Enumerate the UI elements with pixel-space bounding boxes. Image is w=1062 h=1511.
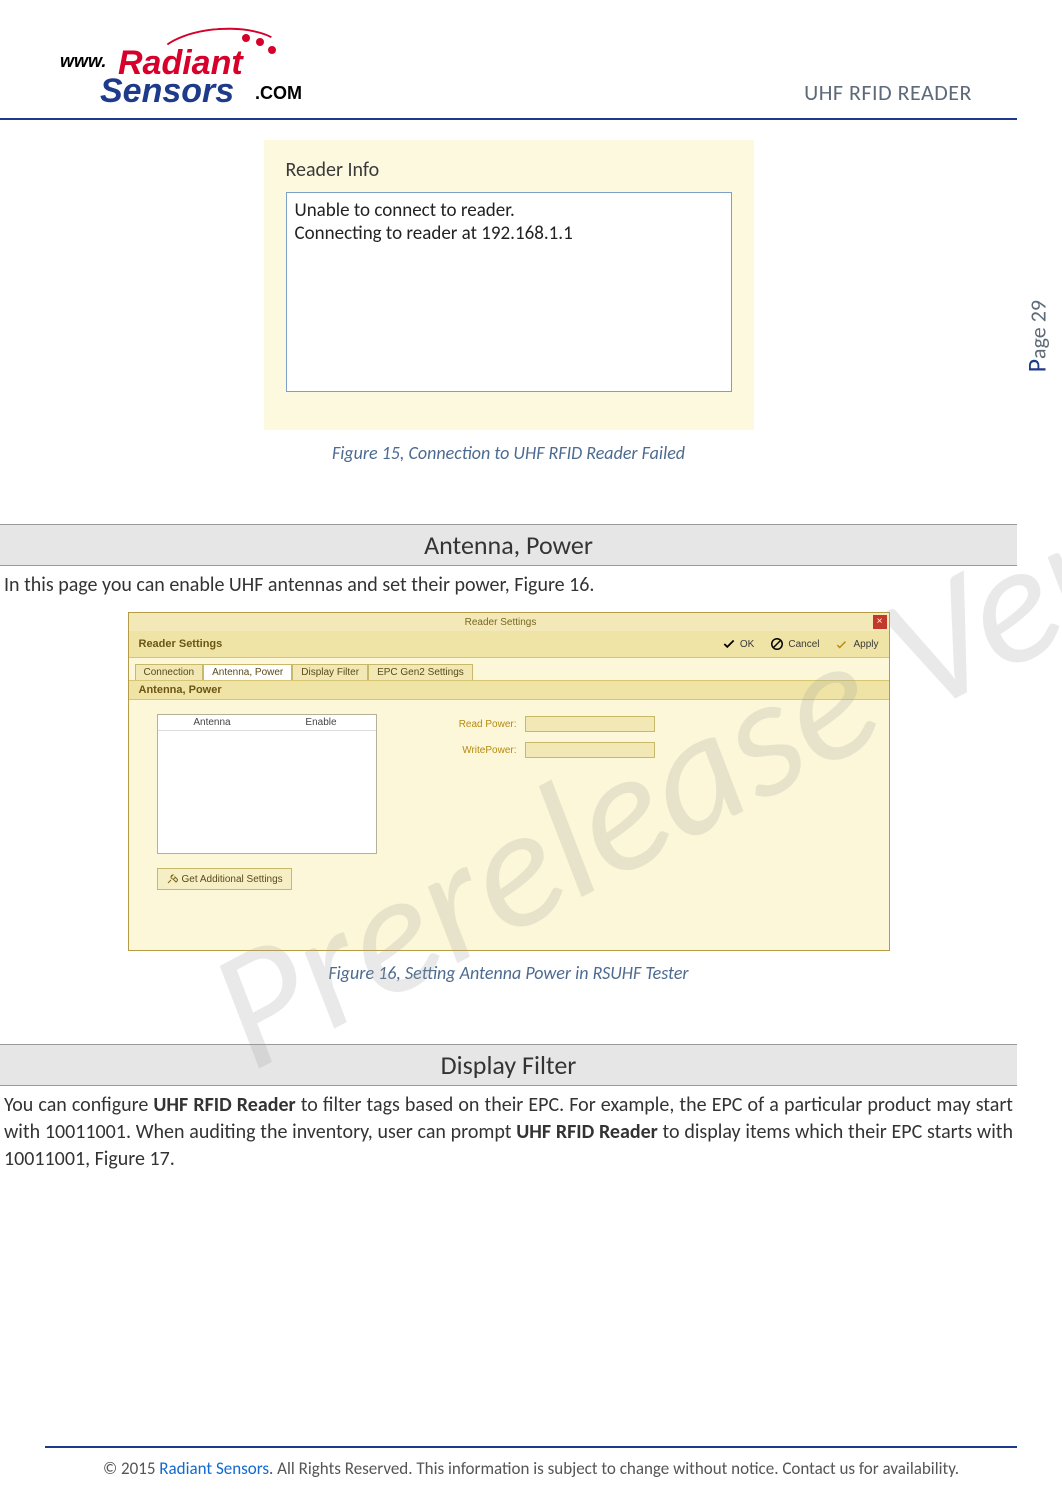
antenna-listbox[interactable]: Antenna Enable <box>157 714 377 854</box>
page-number-p: P <box>1020 359 1052 372</box>
footer-text: © 2015 Radiant Sensors. All Rights Reser… <box>45 1458 1017 1479</box>
footer-pre: © 2015 <box>103 1458 159 1479</box>
footer-rule <box>45 1446 1017 1448</box>
listbox-col-antenna: Antenna <box>158 715 267 730</box>
cancel-label: Cancel <box>788 639 819 650</box>
get-additional-label: Get Additional Settings <box>182 874 283 885</box>
tab-connection[interactable]: Connection <box>135 664 204 680</box>
logo-www: www. <box>60 52 106 70</box>
tab-antenna-power[interactable]: Antenna, Power <box>203 664 292 680</box>
power-fields: Read Power: WritePower: <box>437 716 655 854</box>
apply-icon <box>835 637 849 651</box>
apply-button[interactable]: Apply <box>835 637 878 651</box>
reader-settings-dialog: Reader Settings × Reader Settings OK Can… <box>129 613 889 950</box>
listbox-header: Antenna Enable <box>158 715 376 731</box>
check-icon <box>722 637 736 651</box>
dialog-tabs: Connection Antenna, Power Display Filter… <box>129 658 889 680</box>
write-power-input[interactable] <box>525 742 655 758</box>
dialog-header-row: Reader Settings OK Cancel Apply <box>129 631 889 658</box>
antenna-power-heading: Antenna, Power <box>0 524 1017 566</box>
section-sub-antenna-power: Antenna, Power <box>129 680 889 700</box>
reader-info-line1: Unable to connect to reader. <box>295 199 723 222</box>
read-power-input[interactable] <box>525 716 655 732</box>
dialog-actions: OK Cancel Apply <box>722 637 879 651</box>
figure-15-caption: Figure 15, Connection to UHF RFID Reader… <box>0 442 1017 464</box>
get-additional-settings-button[interactable]: Get Additional Settings <box>157 868 292 890</box>
logo: www. Radiant Sensors .COM <box>60 40 280 110</box>
tab-display-filter[interactable]: Display Filter <box>292 664 368 680</box>
antenna-power-intro: In this page you can enable UHF antennas… <box>0 572 1017 599</box>
page-header: www. Radiant Sensors .COM UHF RFID READE… <box>0 40 1017 120</box>
dialog-titlebar: Reader Settings × <box>129 613 889 631</box>
footer-brand: Radiant Sensors <box>159 1458 269 1479</box>
antenna-panel-row: Antenna Enable Read Power: WritePower: <box>129 700 889 862</box>
page-number: Page 29 <box>1020 300 1052 372</box>
df-bold2: UHF RFID Reader <box>516 1120 658 1144</box>
df-pre: You can configure <box>4 1093 153 1117</box>
ok-button[interactable]: OK <box>722 637 754 651</box>
tab-epc-gen2[interactable]: EPC Gen2 Settings <box>368 664 473 680</box>
logo-tld: .COM <box>255 84 302 102</box>
listbox-col-enable: Enable <box>267 715 376 730</box>
page-number-rest: age 29 <box>1024 300 1051 359</box>
page-footer: © 2015 Radiant Sensors. All Rights Reser… <box>45 1446 1017 1479</box>
reader-info-textarea[interactable]: Unable to connect to reader. Connecting … <box>286 192 732 392</box>
doc-title: UHF RFID READER <box>804 79 972 106</box>
logo-brand2: Sensors <box>100 74 234 108</box>
reader-info-title: Reader Info <box>286 158 732 182</box>
display-filter-heading: Display Filter <box>0 1044 1017 1086</box>
cancel-button[interactable]: Cancel <box>770 637 819 651</box>
reader-info-line2: Connecting to reader at 192.168.1.1 <box>295 222 723 245</box>
display-filter-paragraph: You can configure UHF RFID Reader to fil… <box>0 1092 1017 1173</box>
close-icon: × <box>877 616 883 627</box>
read-power-label: Read Power: <box>437 719 517 730</box>
write-power-label: WritePower: <box>437 745 517 756</box>
dialog-subtitle: Reader Settings <box>139 638 722 650</box>
close-button[interactable]: × <box>873 615 887 629</box>
dialog-title: Reader Settings <box>129 617 873 628</box>
apply-label: Apply <box>853 639 878 650</box>
ok-label: OK <box>740 639 754 650</box>
figure-16: Reader Settings × Reader Settings OK Can… <box>0 613 1017 984</box>
footer-post: . All Rights Reserved. This information … <box>269 1458 959 1479</box>
reader-info-panel: Reader Info Unable to connect to reader.… <box>264 140 754 430</box>
tools-icon <box>166 873 178 885</box>
cancel-icon <box>770 637 784 651</box>
df-bold1: UHF RFID Reader <box>153 1093 295 1117</box>
figure-15: Reader Info Unable to connect to reader.… <box>0 140 1017 464</box>
figure-16-caption: Figure 16, Setting Antenna Power in RSUH… <box>0 962 1017 984</box>
